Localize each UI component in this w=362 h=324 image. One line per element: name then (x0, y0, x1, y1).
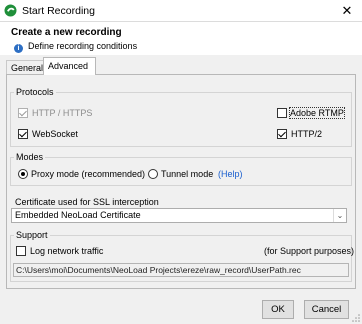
close-icon: ✕ (341, 3, 353, 18)
recording-path-field[interactable]: C:\Users\moi\Documents\NeoLoad Projects\… (13, 263, 349, 277)
log-network-traffic-checkbox[interactable] (16, 246, 26, 256)
http2-label: HTTP/2 (291, 129, 323, 139)
tab-general[interactable]: General (6, 60, 44, 75)
ok-button[interactable]: OK (262, 300, 294, 319)
certificate-legend: Certificate used for SSL interception (13, 197, 161, 208)
http-https-checkbox[interactable] (18, 108, 28, 118)
tunnel-mode-label: Tunnel mode (161, 169, 214, 179)
modes-legend: Modes (14, 152, 46, 163)
cancel-button[interactable]: Cancel (304, 300, 349, 319)
proxy-mode-label: Proxy mode (recommended) (31, 169, 146, 179)
certificate-select-value: Embedded NeoLoad Certificate (15, 210, 141, 220)
advanced-panel: Protocols HTTP / HTTPS Adobe RTMP WebSoc… (6, 74, 356, 289)
tab-advanced[interactable]: Advanced (43, 57, 96, 75)
window-title: Start Recording (22, 5, 95, 17)
support-note: (for Support purposes) (264, 246, 355, 256)
websocket-checkbox[interactable] (18, 129, 28, 139)
title-bar: Start Recording ✕ (0, 0, 362, 22)
header-subtitle-row: i Define recording conditions (14, 41, 137, 53)
tunnel-mode-radio[interactable] (148, 169, 158, 179)
dialog-header: Create a new recording i Define recording… (0, 22, 362, 55)
info-icon: i (14, 44, 23, 53)
header-title: Create a new recording (11, 27, 122, 38)
modes-group: Modes Proxy mode (recommended) Tunnel mo… (10, 152, 352, 186)
websocket-label: WebSocket (32, 129, 78, 139)
certificate-group: Certificate used for SSL interception Em… (10, 197, 352, 226)
http-https-label: HTTP / HTTPS (32, 108, 93, 118)
resize-grip-icon[interactable] (352, 314, 360, 322)
proxy-mode-radio[interactable] (18, 169, 28, 179)
support-legend: Support (14, 230, 50, 241)
adobe-rtmp-checkbox[interactable] (277, 108, 287, 118)
protocols-group: Protocols HTTP / HTTPS Adobe RTMP WebSoc… (10, 87, 352, 147)
log-network-traffic-label: Log network traffic (30, 246, 104, 256)
chevron-down-icon: ⌄ (333, 209, 346, 222)
adobe-rtmp-label: Adobe RTMP (289, 107, 345, 119)
header-subtitle: Define recording conditions (28, 41, 138, 51)
close-button[interactable]: ✕ (332, 0, 362, 22)
protocols-legend: Protocols (14, 87, 56, 98)
certificate-select[interactable]: Embedded NeoLoad Certificate ⌄ (11, 208, 347, 223)
support-group: Support Log network traffic (for Support… (10, 230, 355, 282)
http2-checkbox[interactable] (277, 129, 287, 139)
neoload-recording-icon (4, 4, 17, 17)
help-link[interactable]: (Help) (218, 169, 243, 179)
